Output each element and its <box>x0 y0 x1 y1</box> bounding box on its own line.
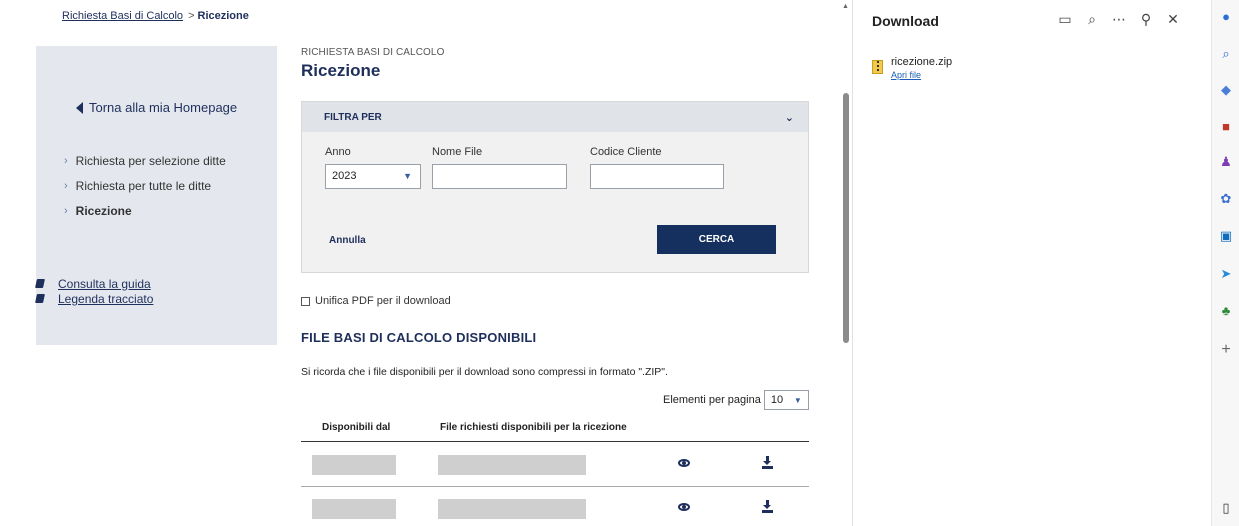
open-file-link[interactable]: Apri file <box>891 70 952 80</box>
scroll-thumb[interactable] <box>843 93 849 343</box>
filter-panel: FILTRA PER ⌄ Anno 2023 ▼ Nome File Codic… <box>301 101 809 273</box>
scroll-up-icon[interactable]: ▲ <box>842 3 849 10</box>
unifica-pdf-label: Unifica PDF per il download <box>315 295 451 307</box>
download-icon[interactable] <box>762 456 773 469</box>
chevron-down-icon: ▼ <box>403 171 412 181</box>
anno-select[interactable]: 2023 ▼ <box>325 164 421 189</box>
per-page-select[interactable]: 10 ▼ <box>763 390 809 410</box>
breadcrumb-parent-link[interactable]: Richiesta Basi di Calcolo <box>62 10 183 22</box>
filter-header[interactable]: FILTRA PER ⌄ <box>302 102 808 132</box>
sidebar-toggle-icon[interactable]: ▯ <box>1218 500 1234 516</box>
sidebar-item-label: Ricezione <box>75 204 132 218</box>
breadcrumb: Richiesta Basi di Calcolo > Ricezione <box>62 10 249 22</box>
filter-heading: FILTRA PER <box>324 111 382 123</box>
legend-link[interactable]: Legenda tracciato <box>35 291 154 306</box>
tag-icon[interactable]: ◆ <box>1218 82 1234 98</box>
sidebar-item-selezione-ditte[interactable]: › Richiesta per selezione ditte <box>64 154 226 168</box>
add-icon[interactable]: + <box>1218 341 1234 358</box>
sidebar-item-label: Richiesta per tutte le ditte <box>75 179 212 193</box>
codice-cliente-label: Codice Cliente <box>590 146 662 158</box>
table-header: Disponibili dal File richiesti disponibi… <box>301 418 809 442</box>
pin-icon[interactable]: ⚲ <box>1139 11 1153 28</box>
close-icon[interactable]: ✕ <box>1166 11 1180 28</box>
breadcrumb-separator: > <box>188 10 195 22</box>
eye-icon[interactable] <box>678 459 690 467</box>
section-title: FILE BASI DI CALCOLO DISPONIBILI <box>301 330 537 345</box>
download-item[interactable]: ricezione.zip Apri file <box>872 56 952 80</box>
home-link-label: Torna alla mia Homepage <box>89 100 238 115</box>
downloads-title: Download <box>872 13 939 29</box>
eye-icon[interactable] <box>678 503 690 511</box>
table-row <box>301 487 809 526</box>
chevron-down-icon: ▼ <box>793 395 802 405</box>
date-placeholder <box>312 499 396 519</box>
per-page-value: 10 <box>770 394 784 406</box>
sidebar-nav: › Richiesta per selezione ditte › Richiest… <box>64 154 226 229</box>
back-arrow-icon <box>76 101 83 114</box>
sidebar-item-tutte-ditte[interactable]: › Richiesta per tutte le ditte <box>64 179 226 193</box>
browser-window: Richiesta Basi di Calcolo > Ricezione Torn… <box>0 0 1239 526</box>
zip-file-icon <box>872 60 883 74</box>
downloads-panel: Download ▭ ⌕ ⋯ ⚲ ✕ ricezione.zip Apri fi… <box>852 0 1211 526</box>
anno-value: 2023 <box>332 170 357 182</box>
people-icon[interactable]: ♟ <box>1218 154 1234 170</box>
toolbox-icon[interactable]: ■ <box>1218 118 1234 134</box>
sidebar-item-label: Richiesta per selezione ditte <box>75 154 226 168</box>
date-placeholder <box>312 455 396 475</box>
column-header-disponibili: Disponibili dal <box>322 422 391 433</box>
per-page-control: Elementi per pagina 10 ▼ <box>663 390 809 410</box>
breadcrumb-current: Ricezione <box>197 10 249 22</box>
sidebar-item-ricezione[interactable]: › Ricezione <box>64 204 226 218</box>
codice-cliente-input[interactable] <box>590 164 724 189</box>
chevron-down-icon[interactable]: ⌄ <box>785 111 794 124</box>
cancel-button[interactable]: Annulla <box>329 235 366 246</box>
guide-link[interactable]: Consulta la guida <box>35 276 153 291</box>
send-icon[interactable]: ➤ <box>1218 266 1234 282</box>
table-row <box>301 443 809 487</box>
file-placeholder <box>438 455 586 475</box>
book-icon <box>35 279 45 288</box>
book-icon <box>35 294 45 303</box>
page-content: Richiesta Basi di Calcolo > Ricezione Torn… <box>0 0 840 526</box>
chevron-right-icon: › <box>64 155 68 167</box>
per-page-label: Elementi per pagina <box>663 394 761 406</box>
more-options-icon[interactable]: ⋯ <box>1112 11 1126 28</box>
tree-icon[interactable]: ♣ <box>1218 302 1234 318</box>
unifica-pdf-option[interactable]: Unifica PDF per il download <box>301 295 451 307</box>
file-placeholder <box>438 499 586 519</box>
download-file-name: ricezione.zip <box>891 56 953 68</box>
edge-sidebar: ● ⌕ ◆ ■ ♟ ✿ ▣ ➤ ♣ + ▯ <box>1211 0 1239 526</box>
nome-file-label: Nome File <box>432 146 483 158</box>
bell-icon[interactable]: ● <box>1218 8 1234 24</box>
column-header-file: File richiesti disponibili per la ricezi… <box>440 422 627 433</box>
download-icon[interactable] <box>762 500 773 513</box>
chevron-right-icon: › <box>64 205 68 217</box>
search-icon[interactable]: ⌕ <box>1085 11 1099 28</box>
nome-file-input[interactable] <box>432 164 567 189</box>
search-button[interactable]: CERCA <box>657 225 776 254</box>
page-scrollbar[interactable]: ▲ <box>840 0 852 526</box>
legend-link-label: Legenda tracciato <box>58 291 154 306</box>
search-icon[interactable]: ⌕ <box>1218 46 1234 62</box>
downloads-toolbar: ▭ ⌕ ⋯ ⚲ ✕ <box>1058 11 1180 28</box>
page-title: Ricezione <box>301 61 381 80</box>
guide-link-label: Consulta la guida <box>58 276 151 291</box>
page-kicker: RICHIESTA BASI DI CALCOLO <box>301 47 445 58</box>
outlook-icon[interactable]: ▣ <box>1218 228 1234 244</box>
chevron-right-icon: › <box>64 180 68 192</box>
unifica-pdf-checkbox[interactable] <box>301 296 310 306</box>
copilot-icon[interactable]: ✿ <box>1218 191 1234 207</box>
left-sidebar: Torna alla mia Homepage › Richiesta per s… <box>35 46 277 345</box>
open-folder-icon[interactable]: ▭ <box>1058 11 1072 28</box>
home-link[interactable]: Torna alla mia Homepage <box>76 100 237 115</box>
zip-note: Si ricorda che i file disponibili per il… <box>301 366 668 378</box>
guide-links: Consulta la guida Legenda tracciato <box>35 276 154 306</box>
anno-label: Anno <box>325 146 351 158</box>
